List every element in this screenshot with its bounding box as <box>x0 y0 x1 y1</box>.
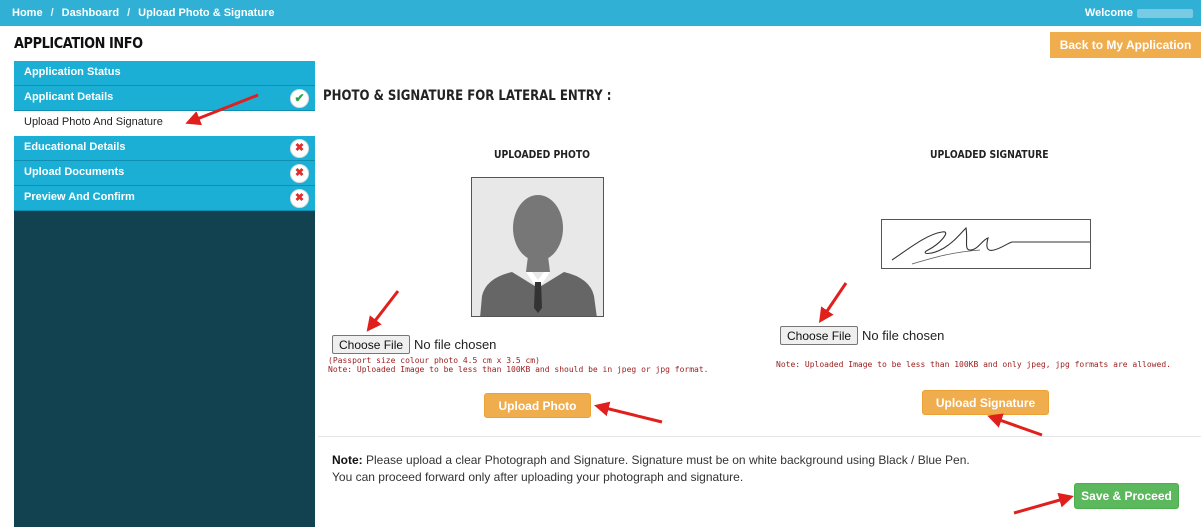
signature-note: Note: Uploaded Image to be less than 100… <box>776 360 1171 369</box>
redacted-username <box>1137 8 1193 18</box>
note-label: Note: <box>332 453 363 467</box>
breadcrumb-dashboard[interactable]: Dashboard <box>62 7 119 19</box>
photo-heading: UPLOADED PHOTO <box>494 148 590 161</box>
breadcrumb-separator: / <box>127 7 131 19</box>
top-bar: Home / Dashboard / Upload Photo & Signat… <box>0 0 1201 26</box>
arrow-icon <box>366 290 400 332</box>
sidebar-item-preview-confirm[interactable]: Preview And Confirm ✖ <box>14 186 315 211</box>
signature-image <box>891 226 1090 265</box>
photo-file-status: No file chosen <box>414 337 497 352</box>
breadcrumb-separator: / <box>50 7 54 19</box>
signature-file-input: Choose File No file chosen <box>780 326 944 345</box>
photo-format-note: Note: Uploaded Image to be less than 100… <box>328 364 709 374</box>
save-and-proceed-button[interactable]: Save & Proceed <box>1074 483 1179 509</box>
section-title: PHOTO & SIGNATURE FOR LATERAL ENTRY : <box>323 88 612 104</box>
cross-icon: ✖ <box>290 139 309 158</box>
signature-file-status: No file chosen <box>862 328 945 343</box>
photo-file-input: Choose File No file chosen <box>332 335 496 354</box>
cross-icon: ✖ <box>290 189 309 208</box>
arrow-icon <box>987 413 1043 437</box>
sidebar-item-label: Upload Documents <box>24 166 125 178</box>
back-to-application-button[interactable]: Back to My Application <box>1050 32 1201 58</box>
note-text-2: You can proceed forward only after uploa… <box>332 470 744 484</box>
sidebar-item-application-status[interactable]: Application Status <box>14 61 315 86</box>
photo-note: (Passport size colour photo 4.5 cm x 3.5… <box>328 356 718 374</box>
arrow-icon <box>818 282 848 323</box>
sidebar-item-educational-details[interactable]: Educational Details ✖ <box>14 136 315 161</box>
sidebar-item-label: Application Status <box>24 66 121 78</box>
upload-photo-button[interactable]: Upload Photo <box>484 393 591 418</box>
cross-icon: ✖ <box>290 164 309 183</box>
bottom-note-line-1: Note: Please upload a clear Photograph a… <box>332 452 970 469</box>
check-icon: ✔ <box>290 89 309 108</box>
sidebar-item-applicant-details[interactable]: Applicant Details ✔ <box>14 86 315 111</box>
welcome-label: Welcome <box>1084 7 1133 19</box>
page-title: APPLICATION INFO <box>14 34 143 52</box>
breadcrumb-home[interactable]: Home <box>12 7 43 19</box>
arrow-icon <box>594 401 663 424</box>
signature-choose-file-button[interactable]: Choose File <box>780 326 859 345</box>
sidebar-item-upload-documents[interactable]: Upload Documents ✖ <box>14 161 315 186</box>
breadcrumb-current: Upload Photo & Signature <box>138 7 275 19</box>
sidebar: Application Status Applicant Details ✔ U… <box>14 61 315 527</box>
photo-choose-file-button[interactable]: Choose File <box>332 335 411 354</box>
upload-signature-button[interactable]: Upload Signature <box>922 390 1049 415</box>
bottom-note: Note: Please upload a clear Photograph a… <box>332 452 970 486</box>
sidebar-item-label: Preview And Confirm <box>24 191 135 203</box>
avatar-placeholder-icon <box>472 178 603 316</box>
arrow-icon <box>1013 492 1074 515</box>
signature-heading: UPLOADED SIGNATURE <box>930 148 1049 161</box>
sidebar-item-label: Educational Details <box>24 141 126 153</box>
photo-preview <box>471 177 604 317</box>
section-divider <box>318 436 1201 437</box>
signature-preview <box>881 219 1091 269</box>
breadcrumb: Home / Dashboard / Upload Photo & Signat… <box>12 7 274 19</box>
sidebar-item-label: Applicant Details <box>24 91 114 103</box>
welcome-text: Welcome <box>1085 7 1193 19</box>
sidebar-item-upload-photo-signature[interactable]: Upload Photo And Signature <box>14 111 315 136</box>
sidebar-item-label: Upload Photo And Signature <box>24 116 163 128</box>
note-text-1: Please upload a clear Photograph and Sig… <box>366 453 970 467</box>
